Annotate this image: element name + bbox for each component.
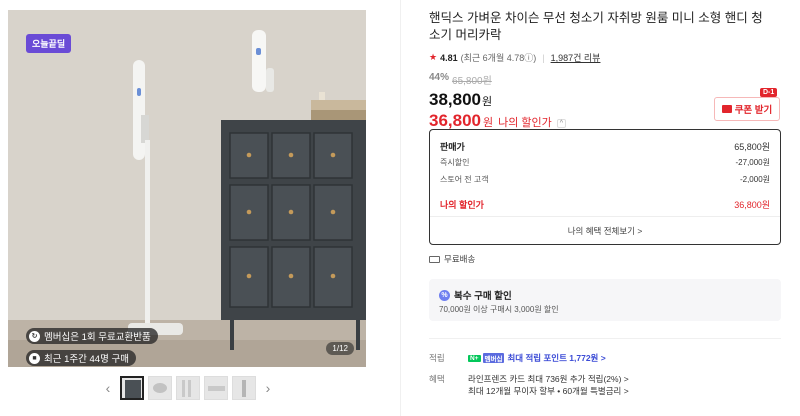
rating-row: ★ 4.81 (최근 6개월 4.78ⓘ) | 1,987건 리뷰 [429, 51, 783, 64]
multi-buy-title: % 복수 구매 할인 [439, 288, 512, 302]
discount-row: 44% 65,800원 [429, 72, 783, 87]
star-icon: ★ [429, 52, 438, 62]
thumbnail-5[interactable] [232, 376, 256, 400]
my-discount-price: 36,800 [429, 111, 481, 130]
benefits-divider [429, 338, 781, 339]
coupon-download-button[interactable]: 쿠폰 받기 [714, 97, 780, 121]
cart-icon: ■ [29, 352, 40, 364]
today-deal-badge: 오늘끝딜 [26, 34, 72, 53]
chevron-left-icon[interactable]: ‹ [100, 375, 116, 401]
npay-plus-badge: N+ [468, 354, 481, 362]
sale-price: 38,800 [429, 90, 481, 109]
multi-buy-discount-box: % 복수 구매 할인 70,000원 이상 구매시 3,000원 할인 [429, 279, 781, 321]
breakdown-divider [430, 216, 780, 217]
coupon-icon [721, 105, 732, 113]
discount-percent: 44% [429, 72, 450, 83]
card-points-link[interactable]: 라인프렌즈 카드 최대 736원 추가 적립(2%) > [468, 373, 629, 385]
column-divider [400, 0, 401, 416]
product-gallery: 오늘끝딜 ↻ 멤버십은 1회 무료교환반품 ■ 최근 1주간 44명 구매 1/… [0, 0, 400, 416]
membership-badge: 멤버십 [482, 353, 505, 363]
card-benefit-text: 라인프렌즈 카드 최대 736원 추가 적립(2%) > 최대 12개월 무이자… [468, 373, 629, 397]
max-points-link[interactable]: 최대 적립 포인트 1,772원 > [507, 352, 605, 364]
free-shipping-label: 무료배송 [444, 254, 476, 264]
main-product-image[interactable]: 오늘끝딜 ↻ 멤버십은 1회 무료교환반품 ■ 최근 1주간 44명 구매 1/… [8, 10, 366, 367]
naver-membership-badge: N+ 멤버십 [468, 352, 505, 364]
sale-price-unit: 원 [482, 96, 493, 108]
card-benefit-label: 혜택 [429, 374, 445, 384]
coupon-button-label: 쿠폰 받기 [734, 105, 773, 116]
percent-icon: % [439, 289, 450, 301]
breakdown-label: 판매가 [440, 142, 465, 152]
breakdown-label: 스토어 전 고객 [440, 175, 489, 184]
breakdown-row-sale: 판매가 65,800원 [440, 140, 770, 153]
collapse-caret-icon[interactable]: ^ [556, 119, 567, 128]
exchange-icon: ↻ [29, 330, 40, 342]
thumbnail-1[interactable] [120, 376, 144, 400]
points-row: 적립 N+ 멤버십 최대 적립 포인트 1,772원 > [429, 352, 606, 364]
breakdown-row-mine: 나의 할인가 36,800원 [440, 198, 770, 211]
my-price-label: 나의 할인가 [498, 117, 552, 129]
breakdown-label: 즉시할인 [440, 158, 470, 167]
breakdown-value: 65,800원 [734, 142, 770, 152]
breakdown-value: -2,000원 [739, 175, 770, 184]
recent-purchase-pill: ■ 최근 1주간 44명 구매 [26, 350, 136, 366]
price-breakdown-box: 판매가 65,800원 즉시할인 -27,000원 스토어 전 고객 -2,00… [429, 129, 781, 245]
breakdown-value: -27,000원 [735, 158, 771, 167]
product-photo [8, 10, 366, 367]
view-all-benefits-link[interactable]: 나의 혜택 전체보기 > [430, 225, 780, 237]
thumbnail-4[interactable] [204, 376, 228, 400]
chevron-right-icon[interactable]: › [260, 375, 276, 401]
original-price: 65,800원 [452, 76, 492, 87]
membership-return-text: 멤버십은 1회 무료교환반품 [44, 332, 151, 343]
multi-buy-title-text: 복수 구매 할인 [454, 291, 512, 302]
installment-link[interactable]: 최대 12개월 무이자 할부 • 60개월 특별금리 > [468, 385, 629, 397]
thumbnail-3[interactable] [176, 376, 200, 400]
truck-icon [429, 255, 440, 263]
my-price-unit: 원 [483, 117, 494, 129]
card-benefit-row: 혜택 라인프렌즈 카드 최대 736원 추가 적립(2%) > 최대 12개월 … [429, 373, 629, 397]
rating-detail[interactable]: (최근 6개월 4.78ⓘ) [461, 51, 537, 64]
points-label: 적립 [429, 353, 445, 363]
rating-separator: | [542, 52, 545, 63]
thumbnail-2[interactable] [148, 376, 172, 400]
d-day-badge: D-1 [760, 88, 778, 97]
image-page-counter: 1/12 [326, 342, 354, 355]
breakdown-row-store: 스토어 전 고객 -2,000원 [440, 174, 770, 185]
breakdown-value: 36,800원 [734, 200, 770, 210]
multi-buy-desc: 70,000원 이상 구매시 3,000원 할인 [439, 305, 559, 314]
breakdown-row-instant: 즉시할인 -27,000원 [440, 157, 770, 168]
rating-score: 4.81 [440, 52, 458, 63]
thumbnail-strip: ‹ › [100, 375, 276, 401]
review-count-link[interactable]: 1,987건 리뷰 [551, 51, 601, 64]
product-title: 핸딕스 가벼운 차이슨 무선 청소기 자취방 원룸 미니 소형 핸디 청소기 머… [429, 11, 763, 42]
recent-purchase-text: 최근 1주간 44명 구매 [44, 354, 129, 365]
breakdown-label: 나의 할인가 [440, 200, 484, 210]
free-shipping: 무료배송 [429, 253, 475, 265]
membership-return-pill: ↻ 멤버십은 1회 무료교환반품 [26, 328, 158, 344]
